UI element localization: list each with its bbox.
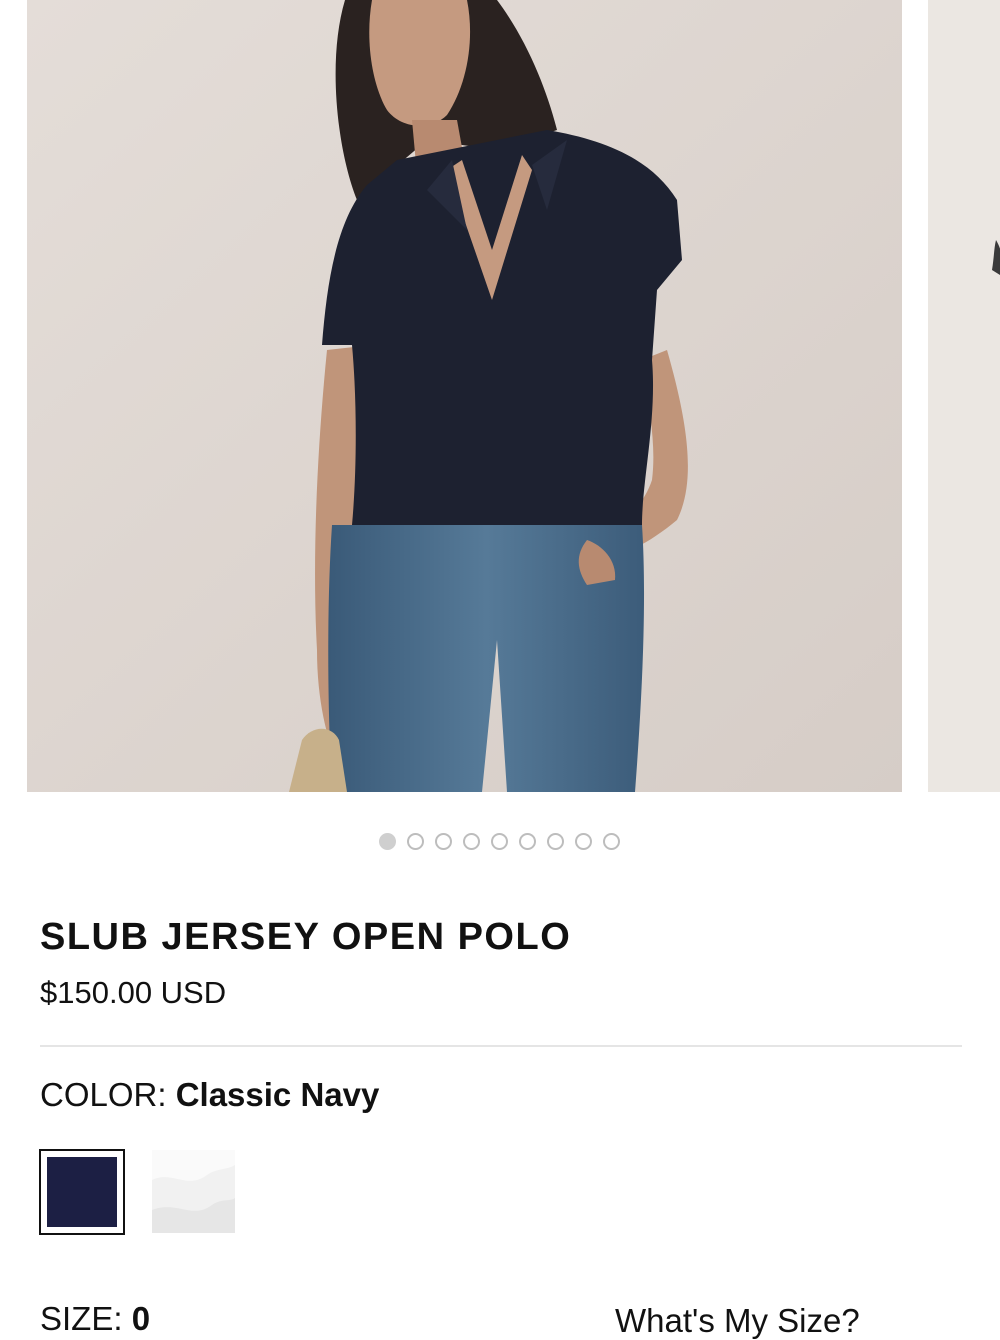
product-image-main[interactable]	[27, 0, 902, 792]
carousel-dot[interactable]	[491, 833, 508, 850]
selected-color-name: Classic Navy	[175, 1076, 380, 1113]
carousel-dot[interactable]	[547, 833, 564, 850]
section-divider	[40, 1045, 962, 1047]
product-price: $150.00 USD	[40, 975, 227, 1010]
selected-size: 0	[131, 1300, 151, 1337]
size-guide-link[interactable]: What's My Size?	[615, 1302, 860, 1340]
product-image-carousel[interactable]	[0, 0, 1000, 792]
carousel-dot[interactable]	[603, 833, 620, 850]
carousel-dot[interactable]	[463, 833, 480, 850]
color-swatch-classic-navy[interactable]	[39, 1149, 125, 1235]
white-fabric-texture	[152, 1150, 235, 1233]
carousel-dot[interactable]	[575, 833, 592, 850]
carousel-dot[interactable]	[435, 833, 452, 850]
color-selection-label: COLOR: Classic Navy	[40, 1076, 379, 1114]
carousel-dot[interactable]	[407, 833, 424, 850]
product-title: SLUB JERSEY OPEN POLO	[40, 916, 572, 958]
swatch-fill	[47, 1157, 117, 1227]
model-photo	[27, 0, 902, 792]
size-label: SIZE:	[40, 1300, 123, 1337]
carousel-dot[interactable]	[519, 833, 536, 850]
next-photo	[928, 0, 1000, 792]
color-label: COLOR:	[40, 1076, 167, 1113]
color-swatch-white[interactable]	[152, 1150, 235, 1233]
product-image-next-peek[interactable]	[928, 0, 1000, 792]
size-selection-label: SIZE: 0	[40, 1300, 150, 1338]
carousel-pagination	[0, 833, 1000, 850]
carousel-dot[interactable]	[379, 833, 396, 850]
